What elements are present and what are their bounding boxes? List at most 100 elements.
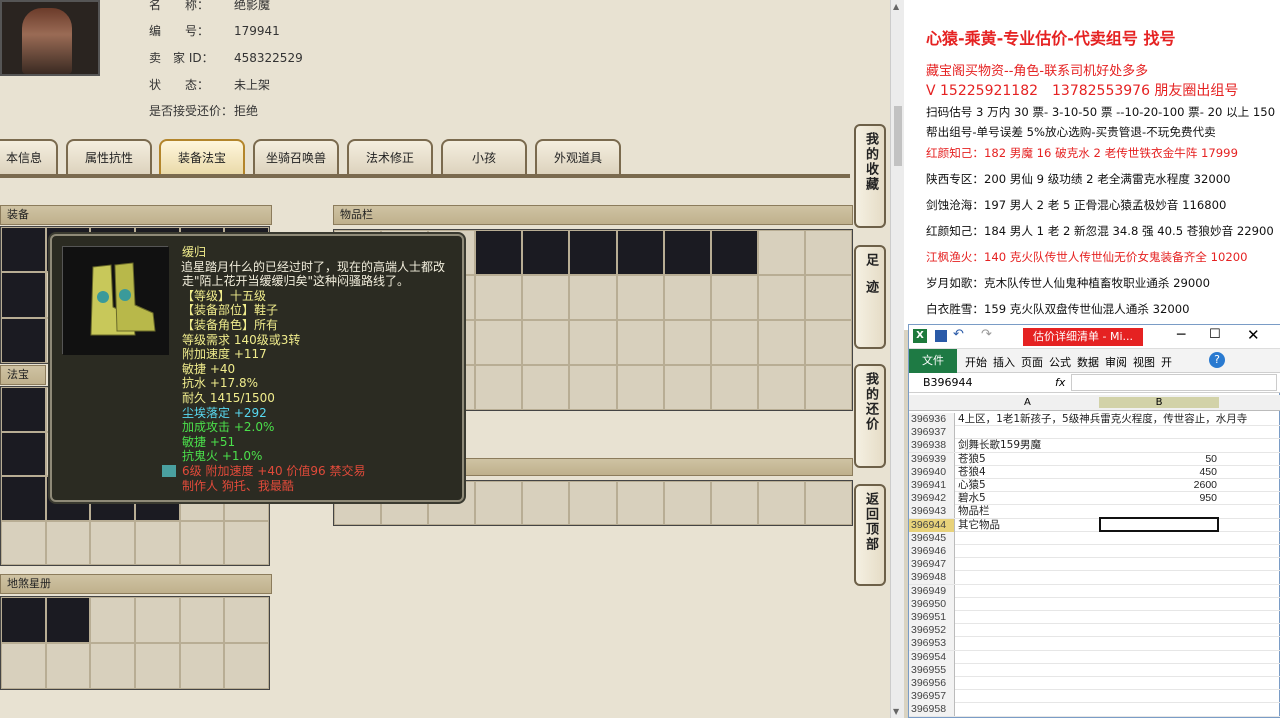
ribbon-tab[interactable]: 审阅: [1105, 354, 1127, 370]
item-slot[interactable]: [616, 365, 664, 410]
ribbon-tab[interactable]: 插入: [993, 354, 1015, 370]
row-number[interactable]: 396939: [909, 452, 955, 466]
cell-b[interactable]: 2600: [1194, 479, 1217, 492]
footprint-button[interactable]: 足迹: [854, 245, 886, 349]
equip-slot[interactable]: [1, 227, 46, 273]
fabao-slot[interactable]: [90, 520, 135, 565]
cell-a[interactable]: 物品栏: [958, 505, 990, 518]
item-slot[interactable]: [663, 320, 711, 365]
tab-equipment[interactable]: 装备法宝: [159, 139, 245, 175]
cell-a[interactable]: 4上区，1老1新孩子，5级神兵雷克火程度，传世容止，水月寺: [958, 413, 1247, 426]
item-slot-crystal[interactable]: [616, 230, 664, 275]
item-slot[interactable]: [804, 275, 852, 320]
item-slot-box[interactable]: [663, 230, 711, 275]
item-slot[interactable]: [710, 365, 758, 410]
cell-a[interactable]: 心猿5: [958, 479, 986, 492]
item-slot[interactable]: [475, 481, 523, 525]
selected-cell[interactable]: [1099, 517, 1219, 532]
item-slot-boots[interactable]: [475, 230, 523, 275]
row-number[interactable]: 396958: [909, 703, 955, 717]
row-number[interactable]: 396949: [909, 584, 955, 598]
row-number[interactable]: 396956: [909, 677, 955, 690]
item-slot-weapon[interactable]: [569, 230, 617, 275]
fabao-slot[interactable]: [1, 520, 46, 565]
item-slot[interactable]: [710, 275, 758, 320]
scroll-up-icon[interactable]: ▲: [893, 2, 899, 11]
item-slot[interactable]: [569, 320, 617, 365]
my-favorites-button[interactable]: 我的收藏: [854, 124, 886, 228]
item-slot[interactable]: [804, 365, 852, 410]
row-number[interactable]: 396937: [909, 426, 955, 440]
tab-child[interactable]: 小孩: [441, 139, 527, 175]
tab-appearance[interactable]: 外观道具: [535, 139, 621, 175]
cell-a[interactable]: 剑舞长歌159男魔: [958, 439, 1041, 452]
item-slot[interactable]: [804, 320, 852, 365]
help-icon[interactable]: ?: [1209, 352, 1225, 368]
undo-icon[interactable]: ↶: [953, 327, 964, 342]
item-slot[interactable]: [663, 365, 711, 410]
tab-spells[interactable]: 法术修正: [347, 139, 433, 175]
item-slot[interactable]: [663, 481, 711, 525]
fabao-slot[interactable]: [1, 387, 46, 432]
star-slot[interactable]: [179, 597, 225, 643]
cell-a[interactable]: 碧水5: [958, 492, 986, 505]
item-slot[interactable]: [569, 275, 617, 320]
tab-basic-info[interactable]: 本信息: [0, 139, 58, 175]
item-slot[interactable]: [522, 320, 570, 365]
star-slot[interactable]: [90, 597, 135, 643]
fabao-slot[interactable]: [45, 520, 91, 565]
star-slot[interactable]: [45, 643, 91, 689]
row-number[interactable]: 396946: [909, 545, 955, 558]
star-slot[interactable]: [45, 597, 91, 643]
row-number[interactable]: 396940: [909, 465, 955, 479]
item-slot[interactable]: [522, 481, 570, 525]
row-number[interactable]: 396944: [909, 518, 955, 532]
my-bargain-button[interactable]: 我的还价: [854, 364, 886, 468]
cell-b[interactable]: 450: [1199, 466, 1217, 479]
row-number[interactable]: 396943: [909, 505, 955, 519]
row-number[interactable]: 396947: [909, 558, 955, 572]
page-scrollbar[interactable]: ▲ ▼: [890, 0, 904, 718]
item-slot[interactable]: [522, 275, 570, 320]
item-slot[interactable]: [757, 230, 805, 275]
tab-attributes[interactable]: 属性抗性: [66, 139, 152, 175]
item-slot[interactable]: [804, 230, 852, 275]
ribbon-tab[interactable]: 视图: [1133, 354, 1155, 370]
item-slot[interactable]: [710, 481, 758, 525]
item-slot[interactable]: [569, 365, 617, 410]
item-slot-gem[interactable]: [710, 230, 758, 275]
star-slot[interactable]: [1, 597, 46, 643]
cell-b[interactable]: 50: [1205, 453, 1217, 466]
item-slot[interactable]: [663, 275, 711, 320]
file-tab[interactable]: 文件: [909, 349, 957, 373]
row-number[interactable]: 396942: [909, 492, 955, 506]
minimize-icon[interactable]: ─: [1177, 327, 1185, 343]
star-slot[interactable]: [1, 643, 46, 689]
fabao-slot[interactable]: [1, 476, 46, 521]
row-number[interactable]: 396945: [909, 531, 955, 545]
item-slot[interactable]: [757, 320, 805, 365]
ribbon-tab[interactable]: 公式: [1049, 354, 1071, 370]
item-slot[interactable]: [522, 365, 570, 410]
name-box[interactable]: B396944: [923, 376, 1003, 389]
row-number[interactable]: 396948: [909, 571, 955, 585]
formula-input[interactable]: [1071, 374, 1277, 391]
cell-b[interactable]: 950: [1199, 492, 1217, 505]
equip-slot[interactable]: [1, 317, 46, 363]
item-slot[interactable]: [475, 275, 523, 320]
tab-mounts[interactable]: 坐骑召唤兽: [253, 139, 339, 175]
redo-icon[interactable]: ↷: [981, 327, 992, 342]
row-number[interactable]: 396941: [909, 479, 955, 492]
star-slot[interactable]: [90, 643, 135, 689]
ribbon-tab[interactable]: 数据: [1077, 354, 1099, 370]
back-to-top-button[interactable]: 返回顶部: [854, 484, 886, 586]
cell-a[interactable]: 苍狼5: [958, 453, 986, 466]
scroll-down-icon[interactable]: ▼: [893, 707, 899, 716]
row-number[interactable]: 396951: [909, 611, 955, 624]
row-number[interactable]: 396957: [909, 690, 955, 704]
star-slot[interactable]: [135, 597, 180, 643]
fabao-slot[interactable]: [224, 520, 269, 565]
item-slot[interactable]: [757, 481, 805, 525]
col-header-b[interactable]: B: [1099, 397, 1219, 408]
item-slot[interactable]: [475, 320, 523, 365]
